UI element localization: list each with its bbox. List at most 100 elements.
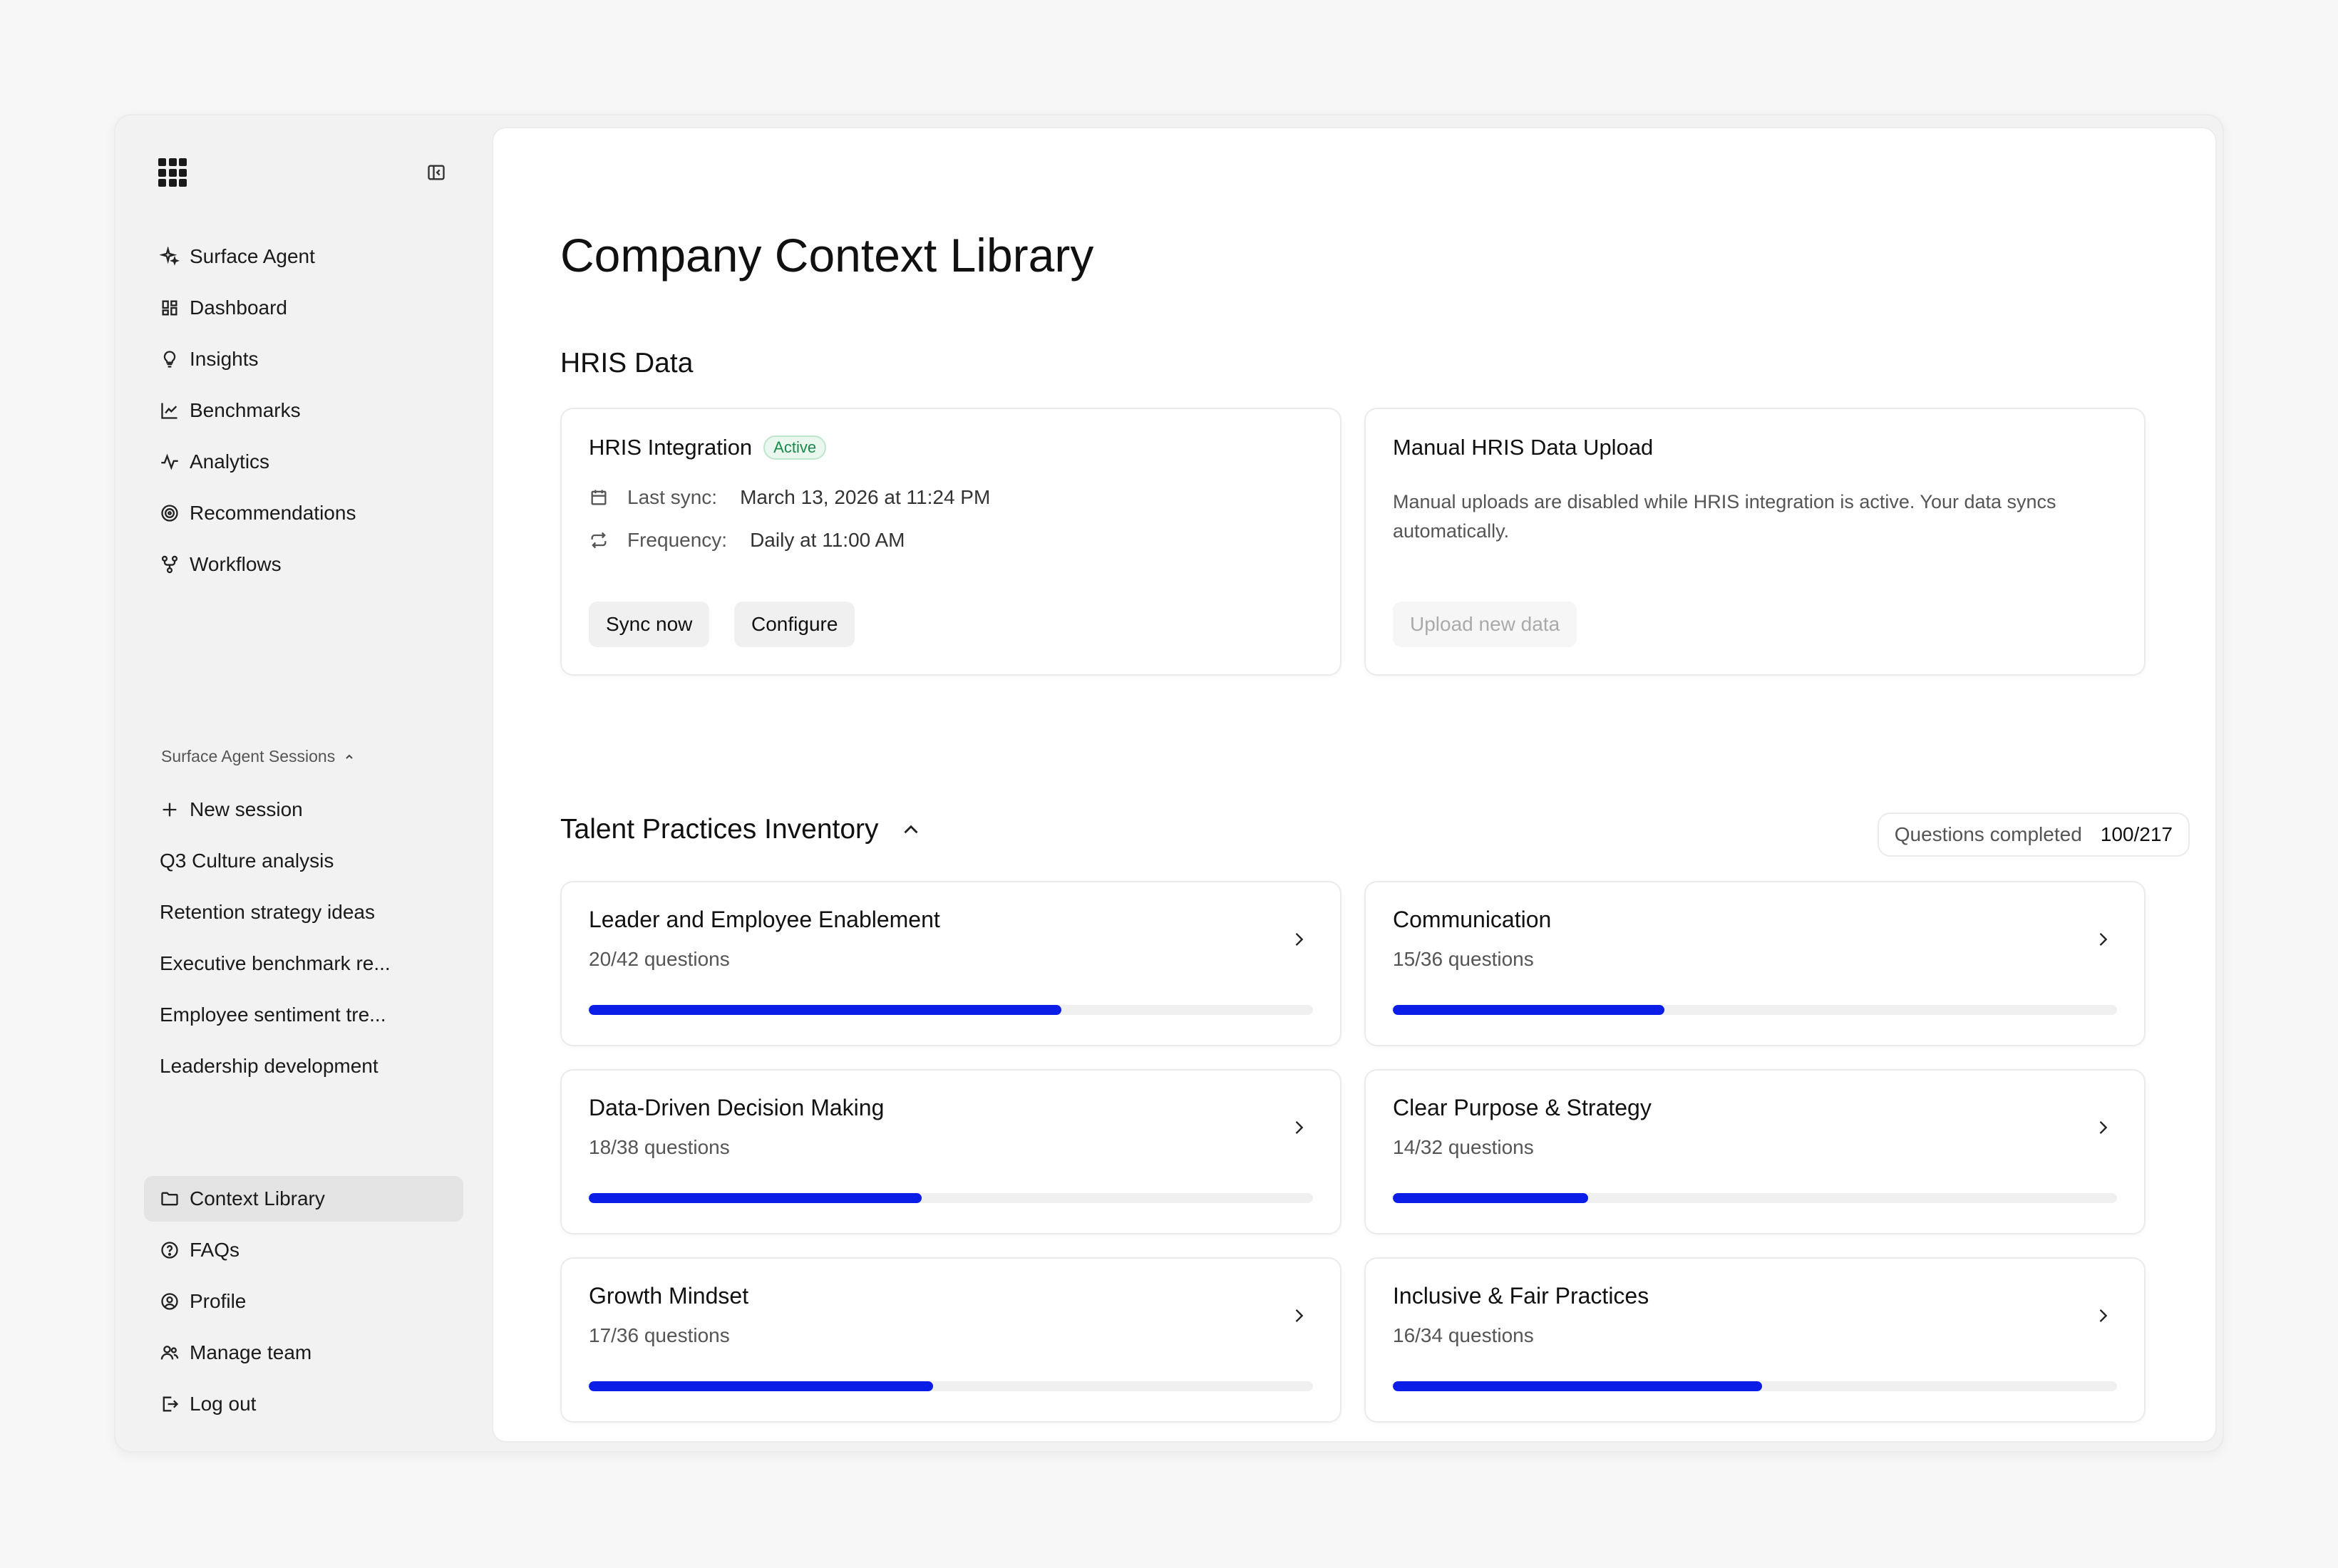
nav-label: Benchmarks <box>190 399 301 421</box>
progress-fill <box>589 1381 933 1391</box>
practice-question-count: 16/34 questions <box>1393 1324 1534 1346</box>
nav-item-log-out[interactable]: Log out <box>144 1381 463 1427</box>
session-label: Executive benchmark re... <box>160 952 391 974</box>
session-item[interactable]: Employee sentiment tre... <box>144 992 463 1038</box>
questions-completed-label: Questions completed <box>1894 823 2082 845</box>
session-label: Retention strategy ideas <box>160 901 375 923</box>
practice-question-count: 18/38 questions <box>589 1136 730 1158</box>
practice-question-count: 14/32 questions <box>1393 1136 1534 1158</box>
practice-card[interactable]: Data-Driven Decision Making 18/38 questi… <box>560 1069 1341 1234</box>
progress-fill <box>1393 1005 1664 1015</box>
nav-label: Dashboard <box>190 296 287 319</box>
session-item[interactable]: Retention strategy ideas <box>144 889 463 935</box>
dashboard-icon <box>162 300 177 316</box>
repeat-icon <box>591 532 607 549</box>
folder-icon <box>161 1192 178 1206</box>
nav-label: Log out <box>190 1393 257 1415</box>
configure-button[interactable]: Configure <box>734 602 855 647</box>
frequency-label: Frequency: <box>627 529 728 551</box>
main-content: Company Context Library HRIS Data HRIS I… <box>492 127 2217 1443</box>
session-label: Employee sentiment tre... <box>160 1004 386 1026</box>
practice-card[interactable]: Leader and Employee Enablement 20/42 que… <box>560 881 1341 1046</box>
nav-item-faqs[interactable]: FAQs <box>144 1227 463 1273</box>
chevron-right-icon <box>2099 1121 2108 1134</box>
nav-item-recommendations[interactable]: Recommendations <box>144 490 463 536</box>
practice-card[interactable]: Inclusive & Fair Practices 16/34 questio… <box>1364 1257 2146 1423</box>
last-sync-value: March 13, 2026 at 11:24 PM <box>740 486 991 508</box>
upload-new-data-button[interactable]: Upload new data <box>1393 602 1577 647</box>
session-item[interactable]: Executive benchmark re... <box>144 941 463 986</box>
progress-bar <box>1393 1381 2117 1391</box>
hris-integration-card: HRIS Integration Active Last sync: March… <box>560 408 1341 676</box>
practice-question-count: 17/36 questions <box>589 1324 730 1346</box>
practice-question-count: 15/36 questions <box>1393 948 1534 970</box>
plus-icon <box>163 803 177 817</box>
practice-card[interactable]: Communication 15/36 questions <box>1364 881 2146 1046</box>
sync-now-button[interactable]: Sync now <box>589 602 710 647</box>
activity-icon <box>161 453 178 470</box>
sparkle-icon <box>160 247 180 266</box>
users-icon <box>160 1346 179 1360</box>
nav-item-insights[interactable]: Insights <box>144 336 463 382</box>
page-title: Company Context Library <box>560 229 1094 282</box>
progress-fill <box>1393 1381 1763 1391</box>
session-item[interactable]: Q3 Culture analysis <box>144 838 463 884</box>
last-sync-row: Last sync: March 13, 2026 at 11:24 PM <box>589 486 990 509</box>
nav-item-analytics[interactable]: Analytics <box>144 439 463 485</box>
nav-item-context-library[interactable]: Context Library <box>144 1176 463 1222</box>
sidebar: Surface Agent Dashboard Insights Benchma… <box>115 115 493 1451</box>
practice-title: Data-Driven Decision Making <box>589 1095 885 1120</box>
practice-title: Inclusive & Fair Practices <box>1393 1283 1649 1309</box>
nav-label: Manage team <box>190 1341 312 1363</box>
nav-item-workflows[interactable]: Workflows <box>144 542 463 587</box>
practice-title: Growth Mindset <box>589 1283 749 1309</box>
nav-item-dashboard[interactable]: Dashboard <box>144 285 463 331</box>
nav-label: Profile <box>190 1290 247 1312</box>
manual-upload-title: Manual HRIS Data Upload <box>1393 435 1654 460</box>
nav-label: Insights <box>190 348 259 370</box>
nav-label: Analytics <box>190 450 270 473</box>
progress-bar <box>589 1381 1313 1391</box>
progress-bar <box>1393 1005 2117 1015</box>
collapse-sidebar-icon[interactable] <box>423 160 449 185</box>
user-circle-icon <box>161 1293 178 1310</box>
nav-label: Context Library <box>190 1187 325 1209</box>
app-window: Surface Agent Dashboard Insights Benchma… <box>114 114 2224 1453</box>
sessions-section-label: Surface Agent Sessions <box>161 747 336 765</box>
practice-card[interactable]: Growth Mindset 17/36 questions <box>560 1257 1341 1423</box>
session-label: Q3 Culture analysis <box>160 850 334 872</box>
chevron-right-icon <box>1295 1121 1304 1134</box>
hris-integration-title: HRIS Integration Active <box>589 435 827 460</box>
logout-icon <box>163 1396 179 1412</box>
chart-line-icon <box>161 403 177 419</box>
nav-item-surface-agent[interactable]: Surface Agent <box>144 234 463 279</box>
nav-label: Workflows <box>190 553 282 575</box>
practice-title: Communication <box>1393 907 1552 932</box>
progress-fill <box>1393 1193 1589 1203</box>
chevron-right-icon <box>2099 1309 2108 1322</box>
target-icon <box>161 505 178 522</box>
manual-upload-description: Manual uploads are disabled while HRIS i… <box>1393 491 2056 542</box>
progress-bar <box>1393 1193 2117 1203</box>
nav-item-manage-team[interactable]: Manage team <box>144 1330 463 1376</box>
nav-label: Recommendations <box>190 502 356 524</box>
nav-item-benchmarks[interactable]: Benchmarks <box>144 388 463 433</box>
workflow-icon <box>161 555 178 574</box>
new-session-button[interactable]: New session <box>144 787 463 832</box>
sessions-section-toggle[interactable]: Surface Agent Sessions <box>161 747 355 766</box>
practice-card[interactable]: Clear Purpose & Strategy 14/32 questions <box>1364 1069 2146 1234</box>
frequency-value: Daily at 11:00 AM <box>750 529 905 551</box>
hris-section-title: HRIS Data <box>560 348 694 378</box>
frequency-row: Frequency: Daily at 11:00 AM <box>589 529 905 552</box>
session-item[interactable]: Leadership development <box>144 1043 463 1089</box>
talent-section-title: Talent Practices Inventory <box>560 814 879 845</box>
talent-section-header[interactable]: Talent Practices Inventory <box>560 814 923 845</box>
practice-question-count: 20/42 questions <box>589 948 730 970</box>
lightbulb-icon <box>163 351 176 368</box>
nav-item-profile[interactable]: Profile <box>144 1279 463 1324</box>
calendar-icon <box>591 490 607 505</box>
nav-label: New session <box>190 798 303 820</box>
manual-upload-card: Manual HRIS Data Upload Manual uploads a… <box>1364 408 2146 676</box>
app-grid-icon[interactable] <box>158 158 187 187</box>
progress-fill <box>589 1005 1062 1015</box>
